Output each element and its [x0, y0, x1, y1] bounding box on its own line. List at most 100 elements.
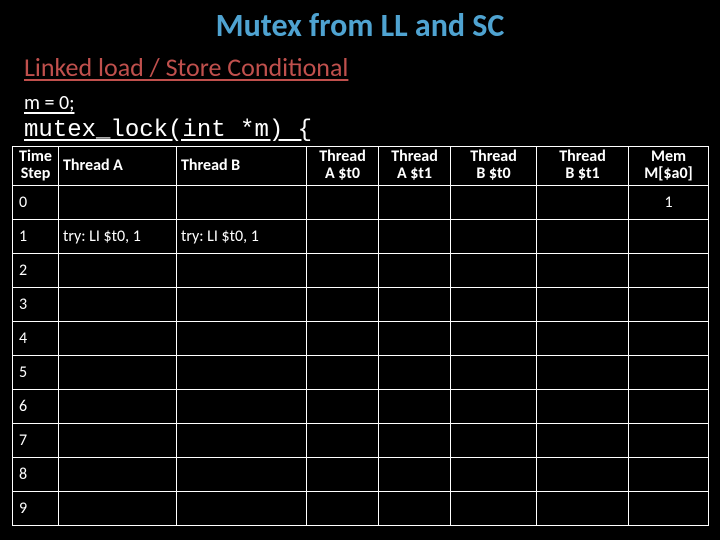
cell-b-t0: [451, 491, 537, 525]
cell-a-t0: [307, 185, 379, 219]
cell-step: 0: [13, 185, 59, 219]
cell-step: 7: [13, 423, 59, 457]
table-header-row: TimeStep Thread A Thread B ThreadA $t0 T…: [13, 147, 709, 186]
cell-b-t0: [451, 185, 537, 219]
cell-b-t1: [537, 355, 629, 389]
cell-b-t1: [537, 287, 629, 321]
subtitle: Linked load / Store Conditional: [0, 51, 720, 83]
cell-thread-a: [59, 389, 177, 423]
cell-a-t0: [307, 389, 379, 423]
col-thread-a-t0: ThreadA $t0: [307, 147, 379, 186]
cell-a-t0: [307, 321, 379, 355]
cell-thread-a: [59, 355, 177, 389]
table-row: 5: [13, 355, 709, 389]
cell-a-t1: [379, 219, 451, 253]
cell-mem: [629, 457, 709, 491]
table-row: 3: [13, 287, 709, 321]
table-row: 7: [13, 423, 709, 457]
code-line-2: mutex_lock(int *m) {: [0, 117, 720, 144]
cell-mem: [629, 423, 709, 457]
cell-step: 1: [13, 219, 59, 253]
cell-a-t1: [379, 423, 451, 457]
cell-b-t0: [451, 321, 537, 355]
cell-b-t1: [537, 491, 629, 525]
col-thread-b: Thread B: [177, 147, 307, 186]
cell-mem: 1: [629, 185, 709, 219]
cell-step: 6: [13, 389, 59, 423]
cell-mem: [629, 219, 709, 253]
code-line-1: m = 0;: [0, 91, 720, 115]
hdr-text: A $t0: [311, 166, 374, 183]
cell-b-t1: [537, 219, 629, 253]
cell-a-t1: [379, 321, 451, 355]
cell-thread-a: [59, 185, 177, 219]
cell-thread-b: [177, 321, 307, 355]
cell-a-t0: [307, 423, 379, 457]
slide: Mutex from LL and SC Linked load / Store…: [0, 0, 720, 540]
cell-step: 5: [13, 355, 59, 389]
cell-thread-b: [177, 287, 307, 321]
cell-b-t1: [537, 253, 629, 287]
cell-b-t0: [451, 457, 537, 491]
cell-b-t0: [451, 389, 537, 423]
cell-mem: [629, 287, 709, 321]
cell-step: 4: [13, 321, 59, 355]
cell-thread-a: [59, 457, 177, 491]
cell-a-t0: [307, 219, 379, 253]
col-thread-a: Thread A: [59, 147, 177, 186]
cell-thread-b: [177, 491, 307, 525]
col-time-step: TimeStep: [13, 147, 59, 186]
cell-b-t1: [537, 457, 629, 491]
cell-mem: [629, 491, 709, 525]
cell-a-t0: [307, 457, 379, 491]
table-row: 6: [13, 389, 709, 423]
cell-mem: [629, 355, 709, 389]
cell-b-t0: [451, 355, 537, 389]
cell-step: 2: [13, 253, 59, 287]
col-thread-b-t1: ThreadB $t1: [537, 147, 629, 186]
cell-step: 9: [13, 491, 59, 525]
cell-mem: [629, 321, 709, 355]
col-mem: MemM[$a0]: [629, 147, 709, 186]
table-row: 8: [13, 457, 709, 491]
cell-a-t1: [379, 389, 451, 423]
cell-b-t0: [451, 423, 537, 457]
cell-thread-a: [59, 287, 177, 321]
cell-step: 3: [13, 287, 59, 321]
cell-a-t0: [307, 287, 379, 321]
cell-b-t0: [451, 253, 537, 287]
cell-thread-a: [59, 423, 177, 457]
cell-thread-b: [177, 389, 307, 423]
trace-table: TimeStep Thread A Thread B ThreadA $t0 T…: [12, 146, 709, 526]
cell-step: 8: [13, 457, 59, 491]
cell-b-t1: [537, 185, 629, 219]
hdr-text: B $t1: [541, 166, 624, 183]
hdr-text: Step: [17, 166, 54, 183]
cell-b-t1: [537, 321, 629, 355]
hdr-text: M[$a0]: [633, 166, 704, 183]
cell-thread-b: try: LI $t0, 1: [177, 219, 307, 253]
cell-thread-b: [177, 423, 307, 457]
cell-thread-a: try: LI $t0, 1: [59, 219, 177, 253]
cell-a-t0: [307, 253, 379, 287]
page-title: Mutex from LL and SC: [0, 0, 720, 45]
col-thread-b-t0: ThreadB $t0: [451, 147, 537, 186]
table-row: 2: [13, 253, 709, 287]
cell-mem: [629, 389, 709, 423]
cell-a-t0: [307, 491, 379, 525]
table-row: 01: [13, 185, 709, 219]
cell-thread-b: [177, 185, 307, 219]
cell-b-t1: [537, 389, 629, 423]
table-row: 9: [13, 491, 709, 525]
cell-thread-a: [59, 491, 177, 525]
cell-b-t1: [537, 423, 629, 457]
cell-mem: [629, 253, 709, 287]
cell-a-t0: [307, 355, 379, 389]
hdr-text: B $t0: [455, 166, 532, 183]
cell-b-t0: [451, 219, 537, 253]
cell-thread-a: [59, 321, 177, 355]
table-row: 4: [13, 321, 709, 355]
table-row: 1try: LI $t0, 1try: LI $t0, 1: [13, 219, 709, 253]
cell-a-t1: [379, 185, 451, 219]
cell-thread-b: [177, 355, 307, 389]
